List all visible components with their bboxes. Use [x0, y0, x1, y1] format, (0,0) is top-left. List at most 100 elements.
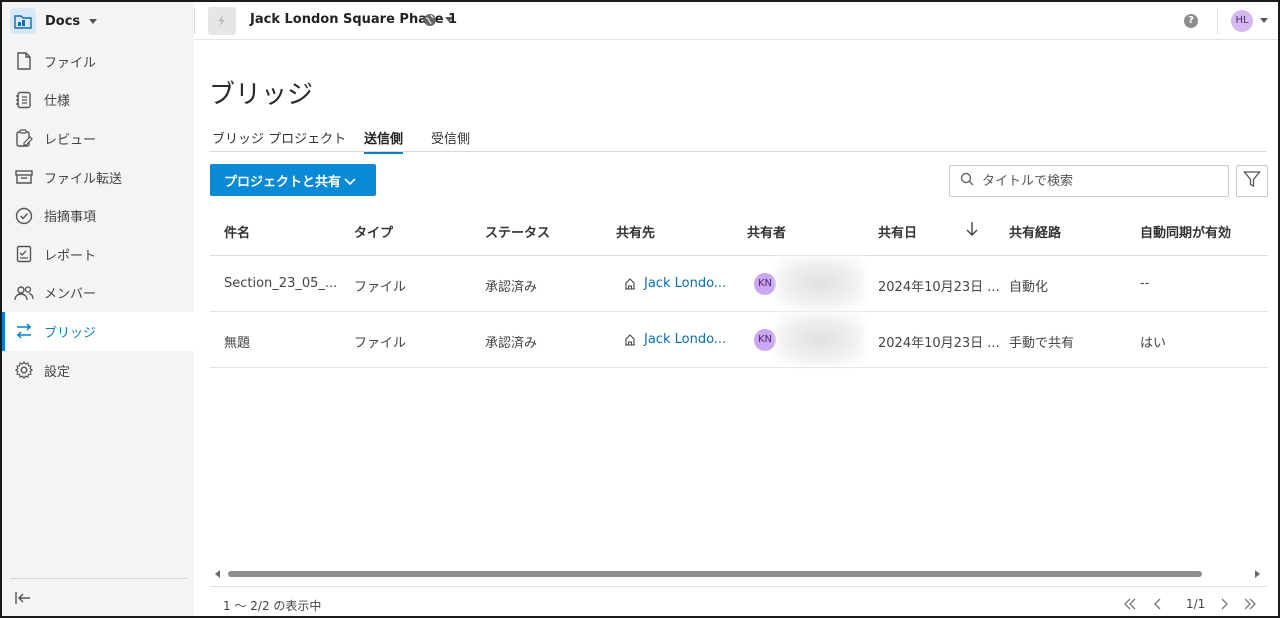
sidebar-item-files[interactable]: ファイル [2, 42, 194, 81]
page-indicator: 1/1 [1186, 597, 1206, 611]
help-icon[interactable]: ? [1184, 14, 1198, 28]
row-count: 1 ～ 2/2 の表示中 [223, 599, 322, 613]
sidebar: Docs ファイル 仕様 レビュー ファイル転送 指摘事項 レポート メンバー … [2, 2, 194, 616]
previous-page-icon[interactable] [1150, 596, 1166, 612]
chevron-down-icon [344, 175, 356, 190]
app-window: Docs ファイル 仕様 レビュー ファイル転送 指摘事項 レポート メンバー … [0, 0, 1280, 618]
sidebar-item-label: ブリッジ [44, 325, 97, 341]
column-header-type[interactable]: タイプ [354, 222, 393, 241]
scrollbar-thumb[interactable] [228, 571, 1202, 577]
sidebar-item-label: メンバー [44, 287, 97, 303]
sidebar-item-members[interactable]: メンバー [2, 274, 194, 313]
sidebar-item-issues[interactable]: 指摘事項 [2, 196, 194, 235]
cell-type: ファイル [354, 280, 407, 295]
cell-date: 2024年10月23日 ... [878, 280, 1000, 295]
filter-button[interactable] [1236, 165, 1268, 197]
column-header-name[interactable]: 件名 [224, 222, 250, 241]
redacted-name [776, 313, 864, 365]
gear-icon [14, 360, 34, 380]
search-input[interactable] [982, 173, 1212, 189]
column-header-route[interactable]: 共有経路 [1009, 222, 1061, 241]
sidebar-nav: ファイル 仕様 レビュー ファイル転送 指摘事項 レポート メンバー ブリッジ … [2, 42, 194, 389]
sidebar-item-reviews[interactable]: レビュー [2, 119, 194, 158]
chevron-down-icon[interactable] [445, 17, 453, 22]
sidebar-item-bridge[interactable]: ブリッジ [2, 312, 194, 351]
sidebar-item-specs[interactable]: 仕様 [2, 81, 194, 120]
horizontal-scrollbar[interactable] [210, 567, 1268, 581]
transfer-icon [14, 167, 34, 187]
collapse-sidebar-icon[interactable] [14, 590, 34, 608]
table-header: 件名 タイプ ステータス 共有先 共有者 共有日 共有経路 自動同期が有効 [210, 206, 1268, 256]
scroll-left-icon[interactable] [215, 570, 220, 578]
tab-bridge-projects[interactable]: ブリッジ プロジェクト [212, 128, 346, 152]
project-building-icon [625, 333, 635, 346]
share-with-project-button[interactable]: プロジェクトと共有 [210, 164, 376, 196]
shared-to-link[interactable]: Jack Londo... [644, 332, 726, 347]
sidebar-item-label: 設定 [44, 364, 71, 380]
table-footer: 1 ～ 2/2 の表示中 1/1 [210, 586, 1268, 616]
sidebar-item-settings[interactable]: 設定 [2, 351, 194, 390]
sidebar-item-label: 指摘事項 [44, 210, 97, 226]
cell-route: 手動で共有 [1009, 336, 1075, 351]
sidebar-item-label: レビュー [44, 132, 97, 148]
file-icon [14, 51, 34, 71]
app-name: Docs [45, 13, 81, 29]
report-icon [14, 244, 34, 264]
sharer-avatar: KN [754, 273, 776, 295]
redacted-name [776, 257, 864, 309]
sidebar-item-label: 仕様 [44, 94, 71, 110]
project-thumbnail[interactable] [208, 7, 236, 35]
app-switcher[interactable]: Docs [2, 2, 194, 40]
divider [1217, 8, 1218, 34]
cell-shared-to[interactable]: Jack Londo... [624, 276, 726, 291]
sharer-avatar: KN [754, 329, 776, 351]
review-icon [14, 128, 34, 148]
cell-auto-sync: はい [1140, 336, 1167, 351]
bridge-icon [14, 321, 34, 341]
docs-logo-icon [10, 8, 36, 34]
scroll-right-icon[interactable] [1255, 570, 1260, 578]
chevron-down-icon [89, 18, 98, 24]
divider [194, 8, 195, 34]
issues-icon [14, 206, 34, 226]
sidebar-divider [10, 578, 188, 579]
user-avatar[interactable]: HL [1231, 10, 1253, 32]
next-page-icon[interactable] [1216, 596, 1232, 612]
sidebar-item-label: ファイル [44, 55, 97, 71]
cell-type: ファイル [354, 336, 407, 351]
cell-date: 2024年10月23日 ... [878, 336, 1000, 351]
cell-route: 自動化 [1009, 280, 1049, 295]
column-header-sharer[interactable]: 共有者 [747, 222, 786, 241]
sidebar-item-transfer[interactable]: ファイル転送 [2, 158, 194, 197]
sidebar-item-reports[interactable]: レポート [2, 235, 194, 274]
sidebar-item-label: ファイル転送 [44, 171, 123, 187]
column-header-auto-sync[interactable]: 自動同期が有効 [1140, 222, 1231, 241]
column-header-shared-to[interactable]: 共有先 [616, 222, 655, 241]
cell-status: 承認済み [485, 336, 538, 351]
table-row[interactable]: 無題 ファイル 承認済み Jack Londo... KN 2024年10月23… [210, 312, 1268, 368]
tab-sending[interactable]: 送信側 [364, 128, 404, 154]
tab-bar: ブリッジ プロジェクト 送信側 受信側 [209, 126, 1267, 154]
filter-icon [1243, 170, 1261, 192]
first-page-icon[interactable] [1122, 596, 1138, 612]
cell-status: 承認済み [485, 280, 538, 295]
shared-items-table: 件名 タイプ ステータス 共有先 共有者 共有日 共有経路 自動同期が有効 Se… [210, 206, 1268, 368]
top-bar: Jack London Square Phase 1 ? HL [194, 2, 1278, 40]
search-box [949, 165, 1229, 197]
share-button-label: プロジェクトと共有 [224, 174, 342, 190]
cell-name[interactable]: Section_23_05_... [224, 276, 337, 291]
search-icon [960, 172, 974, 190]
cell-shared-to[interactable]: Jack Londo... [624, 332, 726, 347]
last-page-icon[interactable] [1242, 596, 1258, 612]
cell-name[interactable]: 無題 [224, 332, 250, 351]
column-header-status[interactable]: ステータス [485, 222, 550, 241]
globe-icon [423, 13, 437, 31]
project-building-icon [625, 277, 635, 290]
sort-descending-icon[interactable] [966, 221, 978, 241]
tab-receiving[interactable]: 受信側 [431, 128, 470, 152]
shared-to-link[interactable]: Jack Londo... [644, 276, 726, 291]
spec-icon [14, 90, 34, 110]
column-header-date[interactable]: 共有日 [878, 222, 917, 241]
chevron-down-icon[interactable] [1260, 18, 1268, 23]
table-row[interactable]: Section_23_05_... ファイル 承認済み Jack Londo..… [210, 256, 1268, 312]
